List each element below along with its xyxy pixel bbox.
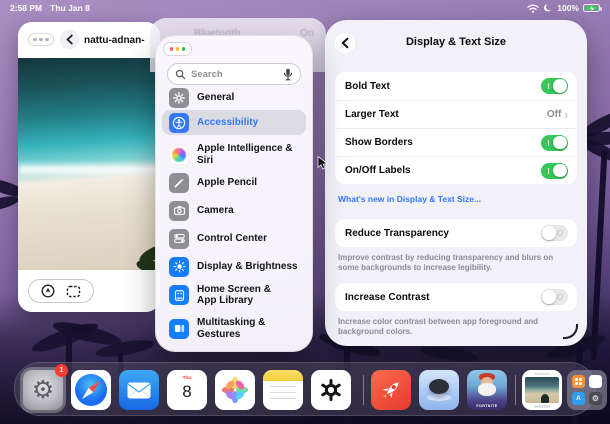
- sidebar-label-line2: App Library: [197, 295, 253, 306]
- dock-app-calendar[interactable]: Thu 8: [167, 370, 207, 410]
- clock: 2:58 PM: [10, 3, 42, 13]
- calendar-weekday: Thu: [183, 376, 192, 381]
- dock-app-rocket[interactable]: [371, 370, 411, 410]
- setting-row-bold-text[interactable]: Bold Text: [335, 72, 577, 100]
- window-controls-traffic-lights[interactable]: [163, 42, 192, 56]
- mini-calculator-icon: [572, 375, 585, 388]
- envelope-icon: [127, 382, 151, 399]
- control-center-icon: [169, 229, 189, 249]
- dock-app-safari[interactable]: [71, 370, 111, 410]
- dock: ⚙ 1 Thu 8: [14, 362, 596, 416]
- camera-icon: [169, 201, 189, 221]
- onoff-labels-toggle[interactable]: [541, 163, 568, 179]
- show-borders-toggle[interactable]: [541, 135, 568, 151]
- battery-percent: 100%: [557, 3, 579, 13]
- notification-badge: 1: [55, 364, 68, 377]
- sidebar-item-camera[interactable]: Camera: [162, 198, 306, 223]
- dock-app-mail[interactable]: [119, 370, 159, 410]
- sidebar-item-apple-pencil[interactable]: Apple Pencil: [162, 170, 306, 195]
- focus-moon-icon: [543, 3, 553, 13]
- wifi-icon: [527, 4, 539, 13]
- dock-divider: [515, 375, 516, 405]
- status-bar: 2:58 PM Thu Jan 8 100%: [0, 0, 610, 16]
- back-button[interactable]: [60, 30, 79, 49]
- battery-charging-icon: [583, 4, 600, 13]
- dock-app-speaker[interactable]: [419, 370, 459, 410]
- photo-window-header: nattu-adnan-: [18, 22, 160, 58]
- mini-calendar-icon: [589, 375, 602, 388]
- mic-icon[interactable]: [283, 68, 293, 81]
- calendar-day: 8: [182, 382, 191, 402]
- home-screen-icon: [169, 285, 189, 305]
- dock-recent-app-thumbnail[interactable]: [522, 370, 562, 410]
- mini-app-store-icon: A: [572, 392, 585, 405]
- window-resize-grip[interactable]: [563, 324, 578, 339]
- back-button[interactable]: [334, 32, 356, 54]
- setting-row-increase-contrast[interactable]: Increase Contrast: [335, 283, 577, 311]
- increase-contrast-description: Increase color contrast between app fore…: [338, 317, 569, 338]
- multitasking-icon: [169, 319, 189, 339]
- ipad-screen: 2:58 PM Thu Jan 8 100%: [0, 0, 610, 424]
- gear-icon: [169, 88, 189, 108]
- mini-settings-icon: ⚙: [589, 392, 602, 405]
- display-text-size-window: Display & Text Size Bold Text Larger Tex…: [325, 20, 587, 346]
- dock-app-library[interactable]: A ⚙: [567, 370, 607, 410]
- setting-row-larger-text[interactable]: Larger Text Off ›: [335, 100, 577, 128]
- sidebar-label-line1: Home Screen &: [197, 284, 271, 295]
- increase-contrast-card: Increase Contrast: [335, 283, 577, 311]
- dock-app-chatgpt[interactable]: [311, 370, 351, 410]
- display-settings-card: Bold Text Larger Text Off › Show Borders…: [335, 72, 577, 184]
- sidebar-item-general[interactable]: General: [162, 85, 306, 110]
- mouse-cursor: [317, 156, 328, 170]
- pencil-icon: [169, 173, 189, 193]
- photo-toolbar: [28, 279, 94, 303]
- dock-divider: [363, 375, 364, 405]
- setting-row-onoff-labels[interactable]: On/Off Labels: [335, 156, 577, 184]
- setting-row-reduce-transparency[interactable]: Reduce Transparency: [335, 219, 577, 247]
- window-controls-ellipsis[interactable]: [28, 33, 54, 46]
- sidebar-item-apple-intelligence-siri[interactable]: Apple Intelligence & Siri: [162, 142, 306, 167]
- increase-contrast-toggle[interactable]: [541, 289, 568, 305]
- sidebar-item-control-center[interactable]: Control Center: [162, 226, 306, 251]
- sidebar-item-display-brightness[interactable]: Display & Brightness: [162, 254, 306, 279]
- reduce-transparency-card: Reduce Transparency: [335, 219, 577, 247]
- sidebar-item-accessibility[interactable]: Accessibility: [162, 110, 306, 135]
- settings-sidebar: Search General Accessibility Apple Intel…: [155, 35, 313, 352]
- dock-app-notes[interactable]: [263, 370, 303, 410]
- accessibility-icon: [169, 113, 189, 133]
- sidebar-item-home-screen-app-library[interactable]: Home Screen & App Library: [162, 280, 306, 310]
- markup-pen-icon[interactable]: [41, 284, 55, 298]
- photo-window-footer: [18, 270, 160, 312]
- photo-viewer-window: nattu-adnan-: [18, 22, 160, 312]
- bold-text-toggle[interactable]: [541, 78, 568, 94]
- sun-icon: [169, 257, 189, 277]
- siri-swirl-icon: [169, 145, 189, 165]
- photo-title: nattu-adnan-: [84, 35, 160, 46]
- sidebar-item-multitasking-gestures[interactable]: Multitasking & Gestures: [162, 316, 306, 341]
- reduce-transparency-toggle[interactable]: [541, 225, 568, 241]
- dock-app-settings[interactable]: ⚙: [23, 370, 63, 410]
- beach-photo: [18, 58, 160, 270]
- search-input[interactable]: Search: [167, 63, 301, 85]
- fortnite-logo-text: FORTNITE: [467, 404, 507, 408]
- larger-text-value: Off: [547, 109, 561, 120]
- dock-app-photos[interactable]: [215, 370, 255, 410]
- page-title: Display & Text Size: [355, 36, 557, 48]
- dock-app-fortnite[interactable]: FORTNITE: [467, 370, 507, 410]
- chatgpt-logo-icon: [318, 377, 344, 403]
- rocket-icon: [378, 377, 404, 403]
- reduce-transparency-description: Improve contrast by reducing transparenc…: [338, 253, 569, 274]
- crop-selection-icon[interactable]: [66, 285, 81, 298]
- chevron-right-icon: ›: [564, 107, 568, 122]
- date: Thu Jan 8: [50, 3, 90, 13]
- search-placeholder: Search: [191, 69, 278, 80]
- photos-flower-icon: [220, 375, 250, 405]
- search-icon: [175, 69, 186, 80]
- whats-new-link[interactable]: What's new in Display & Text Size...: [338, 194, 481, 204]
- setting-row-show-borders[interactable]: Show Borders: [335, 128, 577, 156]
